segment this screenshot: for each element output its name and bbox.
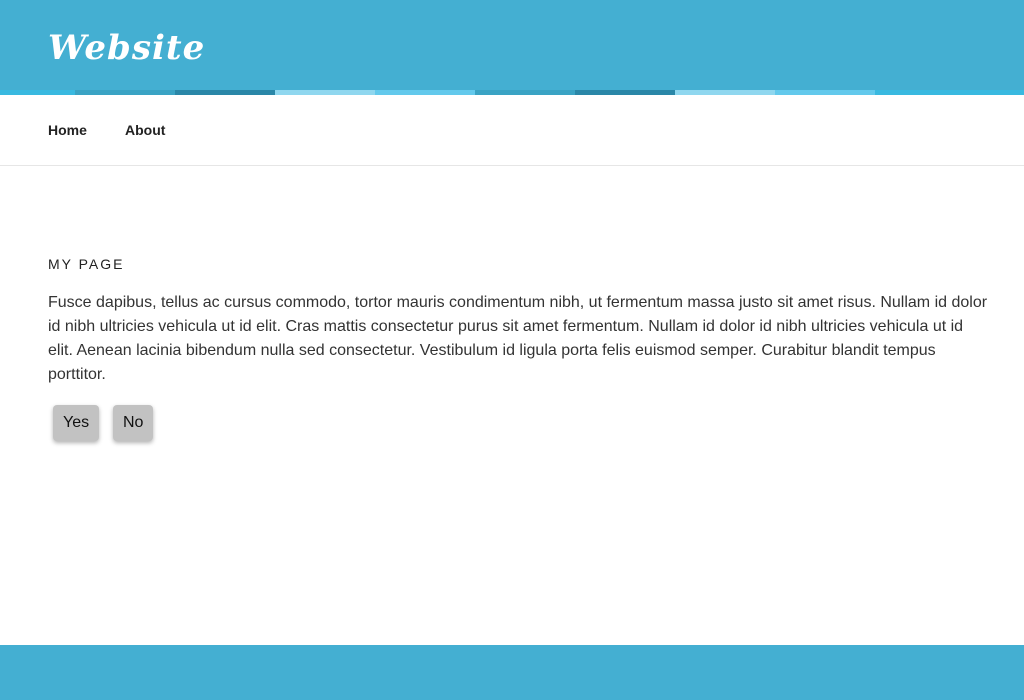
- no-button[interactable]: No: [113, 405, 154, 441]
- site-footer: [0, 645, 1024, 700]
- page-body-text: Fusce dapibus, tellus ac cursus commodo,…: [48, 294, 988, 383]
- nav-item-about[interactable]: About: [125, 121, 165, 139]
- nav-item-home[interactable]: Home: [48, 121, 87, 139]
- yes-button[interactable]: Yes: [53, 405, 100, 441]
- site-header: Website: [0, 0, 1024, 90]
- site-title-link[interactable]: Website: [48, 26, 205, 70]
- page-title: My Page: [48, 256, 125, 272]
- main-navigation: Home About: [0, 95, 1024, 166]
